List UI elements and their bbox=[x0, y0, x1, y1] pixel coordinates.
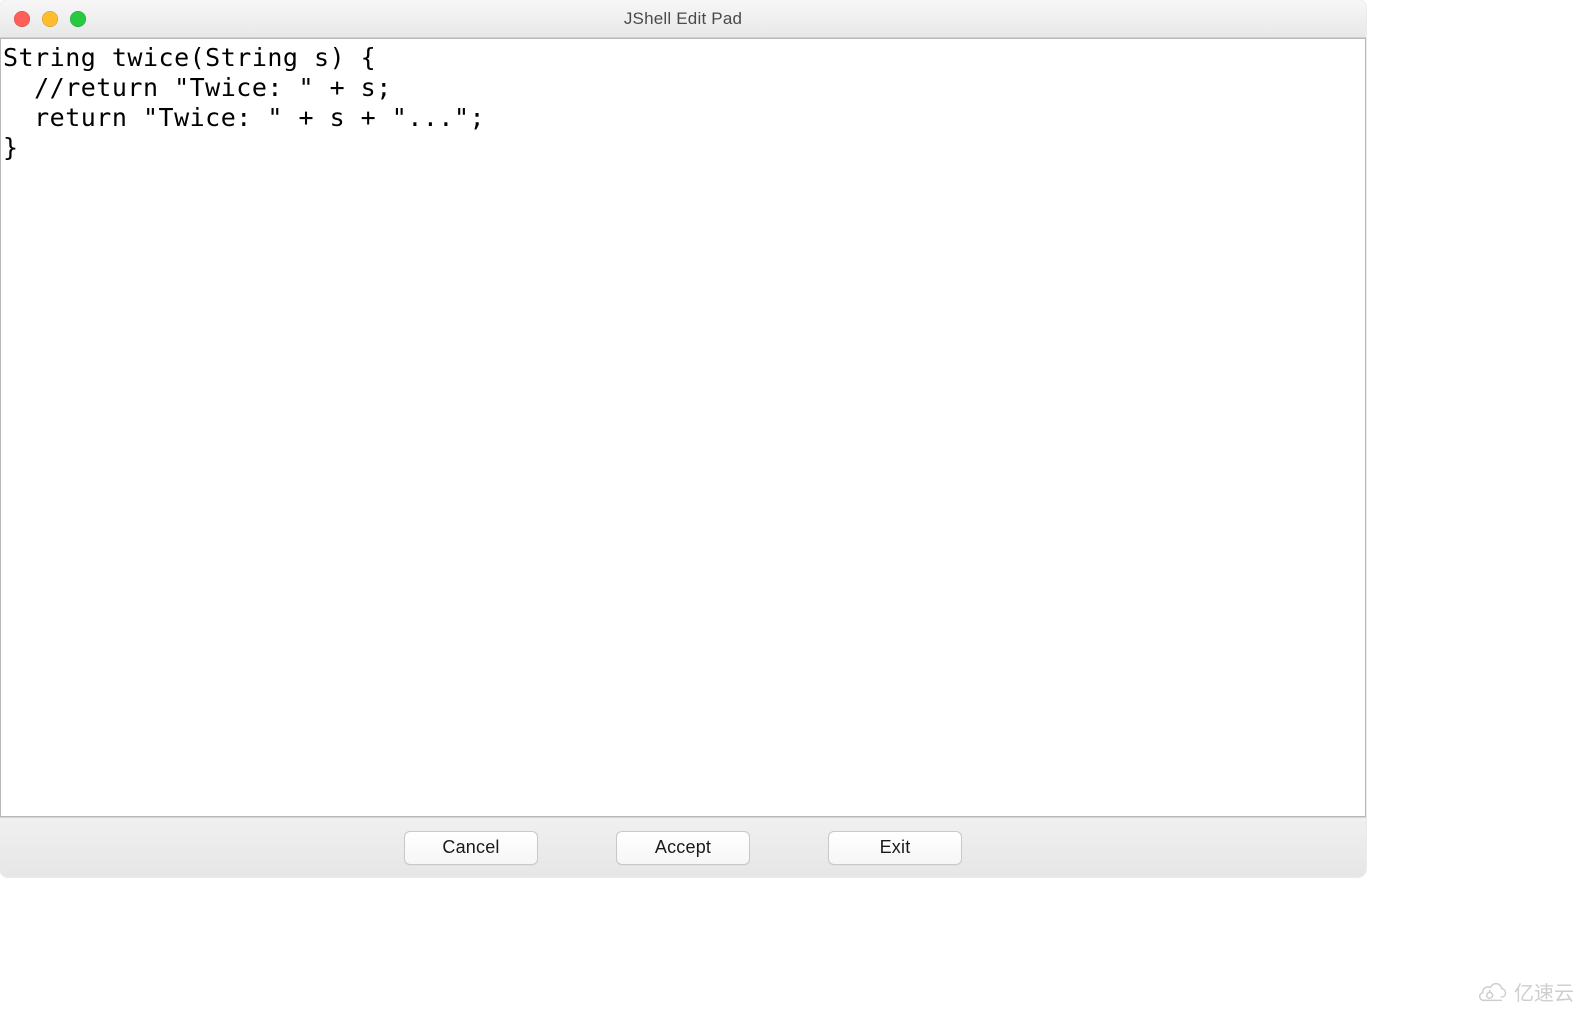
maximize-icon[interactable] bbox=[70, 11, 86, 27]
minimize-icon[interactable] bbox=[42, 11, 58, 27]
code-editor[interactable] bbox=[0, 38, 1366, 817]
close-icon[interactable] bbox=[14, 11, 30, 27]
cancel-button[interactable]: Cancel bbox=[404, 831, 538, 865]
accept-button[interactable]: Accept bbox=[616, 831, 750, 865]
traffic-lights bbox=[14, 11, 86, 27]
watermark: 亿速云 bbox=[1478, 977, 1574, 1006]
button-bar: Cancel Accept Exit bbox=[0, 817, 1366, 877]
titlebar[interactable]: JShell Edit Pad bbox=[0, 0, 1366, 38]
watermark-text: 亿速云 bbox=[1514, 977, 1574, 1006]
exit-button[interactable]: Exit bbox=[828, 831, 962, 865]
cloud-icon bbox=[1478, 982, 1508, 1002]
window-title: JShell Edit Pad bbox=[0, 9, 1366, 29]
jshell-edit-pad-window: JShell Edit Pad Cancel Accept Exit bbox=[0, 0, 1366, 877]
